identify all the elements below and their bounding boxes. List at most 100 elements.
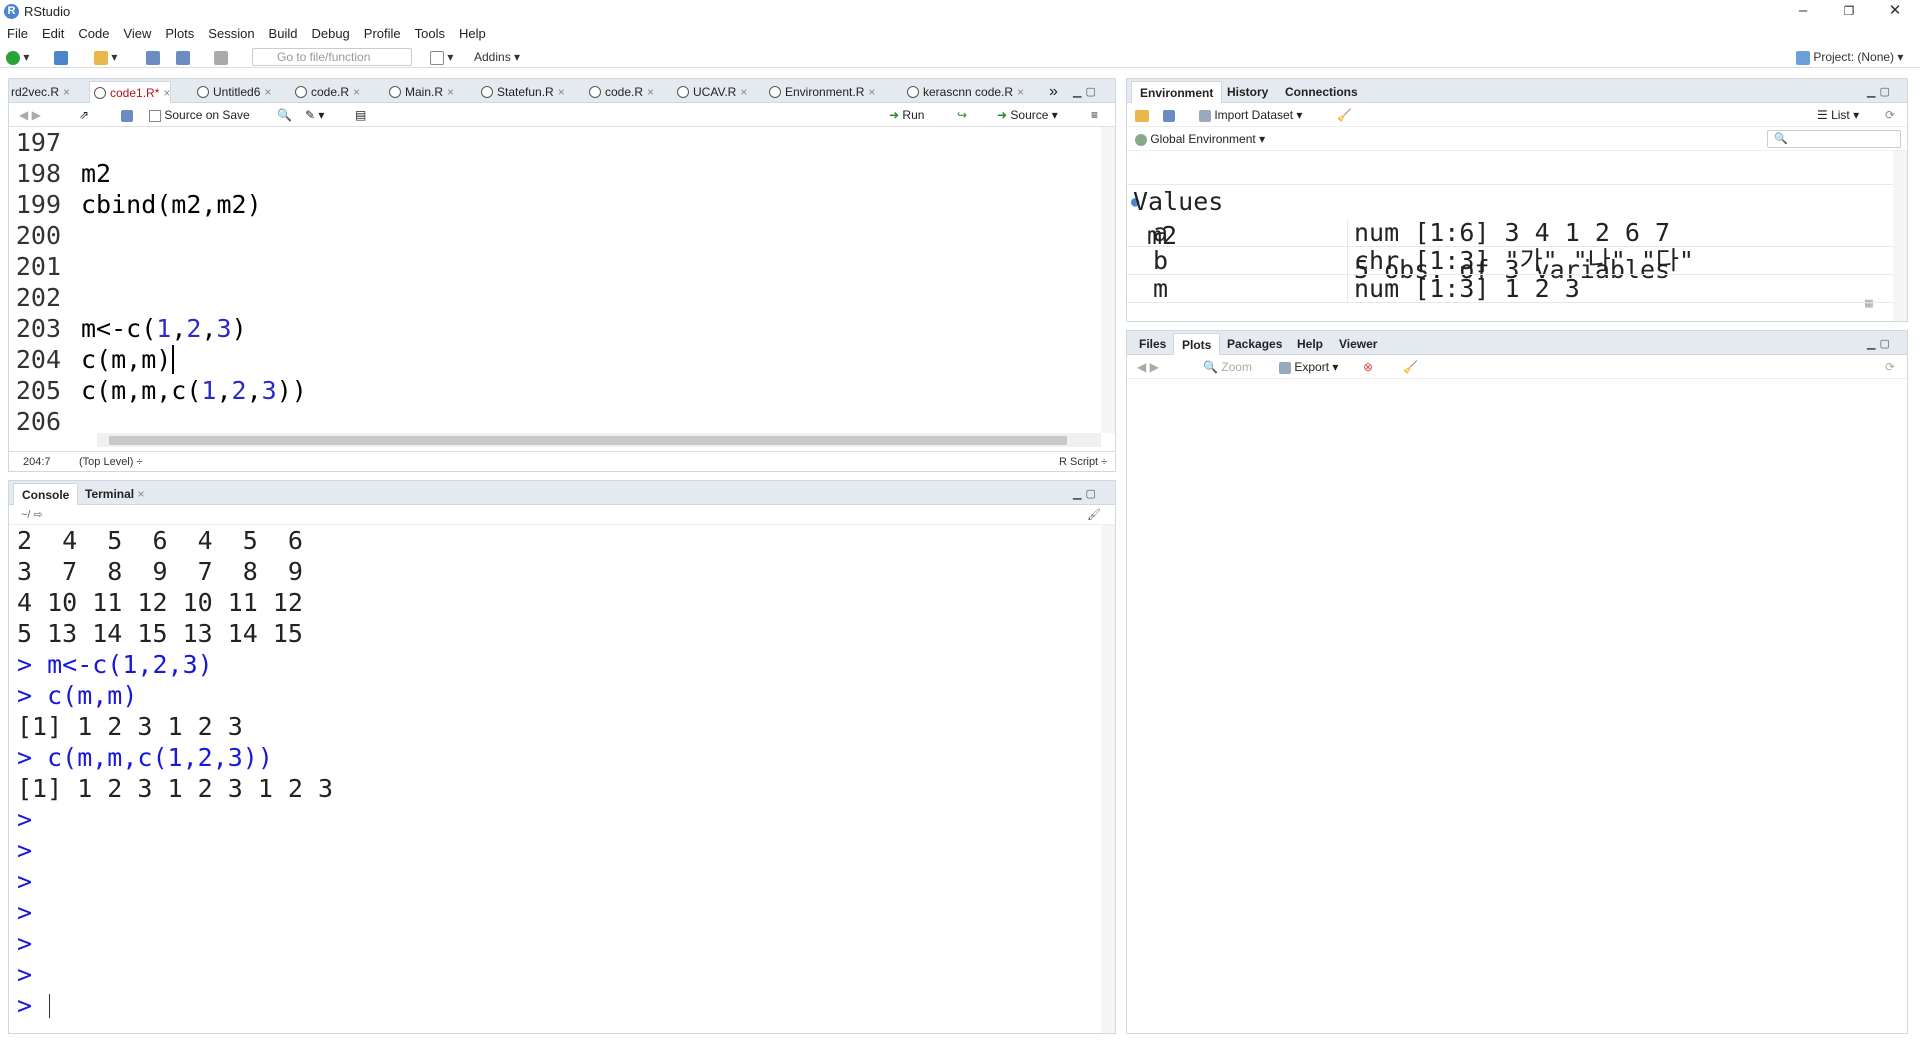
back-arrow-icon[interactable]: ◀ ▶ bbox=[1137, 359, 1159, 375]
pane-minmax-icon[interactable]: ▁▢ bbox=[1867, 85, 1894, 98]
source-button[interactable]: ➜ Source ▾ bbox=[997, 107, 1058, 123]
clear-console-icon[interactable]: 🖌 bbox=[1087, 505, 1101, 525]
menu-view[interactable]: View bbox=[116, 24, 158, 44]
editor-tab-6[interactable]: code.R × bbox=[585, 81, 654, 103]
editor-horizontal-scrollbar[interactable] bbox=[97, 433, 1101, 447]
addins-button[interactable]: Addins ▾ bbox=[474, 49, 520, 65]
close-icon[interactable]: × bbox=[264, 85, 271, 99]
broom-icon[interactable]: 🧹 bbox=[1403, 359, 1418, 375]
close-icon[interactable]: × bbox=[63, 85, 70, 99]
tab-overflow-icon[interactable]: » bbox=[1045, 81, 1058, 103]
tab-history[interactable]: History bbox=[1219, 81, 1276, 103]
code-line[interactable]: 200 bbox=[9, 220, 81, 251]
refresh-icon[interactable]: ⟳ bbox=[1885, 107, 1895, 123]
editor-tab-5[interactable]: Statefun.R × bbox=[477, 81, 565, 103]
tab-environment[interactable]: Environment bbox=[1131, 81, 1223, 103]
goto-file-input[interactable]: Go to file/function bbox=[252, 48, 412, 66]
code-line[interactable]: 199 cbind(m2,m2) bbox=[9, 189, 262, 220]
data-row-m2[interactable]: ● m2 5 obs. of 3 variables ▦ bbox=[1127, 151, 1893, 311]
code-line[interactable]: 201 bbox=[9, 251, 81, 282]
menu-plots[interactable]: Plots bbox=[158, 24, 201, 44]
menu-tools[interactable]: Tools bbox=[408, 24, 452, 44]
close-icon[interactable]: × bbox=[1017, 85, 1024, 99]
editor-tab-2[interactable]: Untitled6 × bbox=[193, 81, 271, 103]
back-arrow-icon[interactable]: ◀ ▶ bbox=[19, 107, 41, 123]
new-file-button[interactable]: ▾ bbox=[6, 49, 29, 65]
tab-plots[interactable]: Plots bbox=[1173, 333, 1221, 355]
value-row-b[interactable]: b chr [1:3] "가" "나" "다" bbox=[1127, 247, 1893, 275]
global-environment-selector[interactable]: Global Environment ▾ bbox=[1135, 131, 1265, 147]
tab-viewer[interactable]: Viewer bbox=[1331, 333, 1385, 355]
source-on-save-checkbox[interactable]: Source on Save bbox=[149, 107, 250, 123]
close-button[interactable]: ✕ bbox=[1872, 0, 1918, 24]
compile-report-icon[interactable]: ▤ bbox=[355, 107, 366, 123]
editor-vertical-scrollbar[interactable] bbox=[1101, 127, 1115, 433]
code-line[interactable]: 202 bbox=[9, 282, 81, 313]
menu-code[interactable]: Code bbox=[71, 24, 116, 44]
tab-packages[interactable]: Packages bbox=[1219, 333, 1290, 355]
print-button[interactable] bbox=[214, 49, 228, 65]
code-line[interactable]: 204 c(m,m) bbox=[9, 344, 175, 375]
new-project-button[interactable] bbox=[54, 49, 68, 65]
pane-layout-button[interactable]: ▾ bbox=[430, 49, 453, 65]
value-row-m[interactable]: m num [1:3] 1 2 3 bbox=[1127, 275, 1893, 303]
broom-icon[interactable]: 🧹 bbox=[1337, 107, 1352, 123]
magic-wand-icon[interactable]: ✎ ▾ bbox=[305, 107, 324, 123]
tab-terminal[interactable]: Terminal × bbox=[77, 483, 152, 505]
editor-tab-7[interactable]: UCAV.R × bbox=[673, 81, 747, 103]
editor-tab-8[interactable]: Environment.R × bbox=[765, 81, 875, 103]
editor-tab-0[interactable]: rd2vec.R × bbox=[9, 81, 70, 103]
import-dataset-button[interactable]: Import Dataset ▾ bbox=[1199, 107, 1302, 123]
close-icon[interactable]: × bbox=[868, 85, 875, 99]
menu-file[interactable]: File bbox=[0, 24, 35, 44]
menu-profile[interactable]: Profile bbox=[357, 24, 408, 44]
save-workspace-icon[interactable] bbox=[1163, 107, 1175, 123]
tab-console[interactable]: Console bbox=[13, 483, 79, 505]
maximize-button[interactable]: ❐ bbox=[1826, 0, 1872, 24]
menu-session[interactable]: Session bbox=[201, 24, 261, 44]
project-menu[interactable]: Project: (None) ▾ bbox=[1796, 49, 1903, 65]
editor-tab-4[interactable]: Main.R × bbox=[385, 81, 454, 103]
search-icon[interactable]: 🔍 bbox=[277, 107, 292, 123]
code-line[interactable]: 206 bbox=[9, 406, 81, 433]
code-line[interactable]: 198 m2 bbox=[9, 158, 111, 189]
close-icon[interactable]: × bbox=[163, 86, 170, 100]
environment-vertical-scrollbar[interactable] bbox=[1893, 151, 1907, 321]
remove-plot-icon[interactable]: ⊗ bbox=[1363, 359, 1373, 375]
list-view-selector[interactable]: ☰ List ▾ bbox=[1817, 107, 1859, 123]
menu-debug[interactable]: Debug bbox=[304, 24, 356, 44]
editor-tab-3[interactable]: code.R × bbox=[291, 81, 360, 103]
console-output[interactable]: 2 4 5 6 4 5 63 7 8 9 7 8 94 10 11 12 10 … bbox=[9, 525, 1101, 1033]
file-type-selector[interactable]: R Script ÷ bbox=[1059, 452, 1107, 472]
show-in-window-icon[interactable]: ⇗ bbox=[79, 107, 89, 123]
tab-files[interactable]: Files bbox=[1131, 333, 1174, 355]
value-row-a[interactable]: a num [1:6] 3 4 1 2 6 7 bbox=[1127, 219, 1893, 247]
minimize-button[interactable]: – bbox=[1780, 0, 1826, 24]
close-icon[interactable]: × bbox=[647, 85, 654, 99]
refresh-icon[interactable]: ⟳ bbox=[1885, 359, 1895, 375]
tab-help[interactable]: Help bbox=[1289, 333, 1331, 355]
close-icon[interactable]: × bbox=[447, 85, 454, 99]
code-area[interactable]: 197 198 m2 199 cbind(m2,m2) 200 201 202 203 m<-c(… bbox=[9, 127, 1101, 433]
pane-minmax-icon[interactable]: ▁▢ bbox=[1867, 337, 1894, 350]
rerun-icon[interactable]: ↪ bbox=[957, 107, 967, 123]
zoom-button[interactable]: 🔍 Zoom bbox=[1203, 359, 1252, 375]
close-icon[interactable]: × bbox=[353, 85, 360, 99]
menu-build[interactable]: Build bbox=[262, 24, 305, 44]
close-icon[interactable]: × bbox=[740, 85, 747, 99]
open-file-button[interactable]: ▾ bbox=[94, 49, 117, 65]
save-icon[interactable] bbox=[121, 107, 133, 123]
export-button[interactable]: Export ▾ bbox=[1279, 359, 1338, 375]
editor-tab-9[interactable]: kerascnn code.R × bbox=[903, 81, 1024, 103]
console-vertical-scrollbar[interactable] bbox=[1101, 525, 1115, 1033]
environment-search-input[interactable]: 🔍 bbox=[1767, 130, 1901, 148]
close-icon[interactable]: × bbox=[137, 487, 144, 501]
code-line[interactable]: 205 c(m,m,c(1,2,3)) bbox=[9, 375, 307, 406]
pane-minmax-icon[interactable]: ▁▢ bbox=[1073, 85, 1100, 98]
save-all-button[interactable] bbox=[176, 49, 190, 65]
save-button[interactable] bbox=[146, 49, 160, 65]
load-workspace-icon[interactable] bbox=[1135, 107, 1149, 123]
menu-edit[interactable]: Edit bbox=[35, 24, 71, 44]
code-line[interactable]: 203 m<-c(1,2,3) bbox=[9, 313, 247, 344]
tab-connections[interactable]: Connections bbox=[1277, 81, 1366, 103]
